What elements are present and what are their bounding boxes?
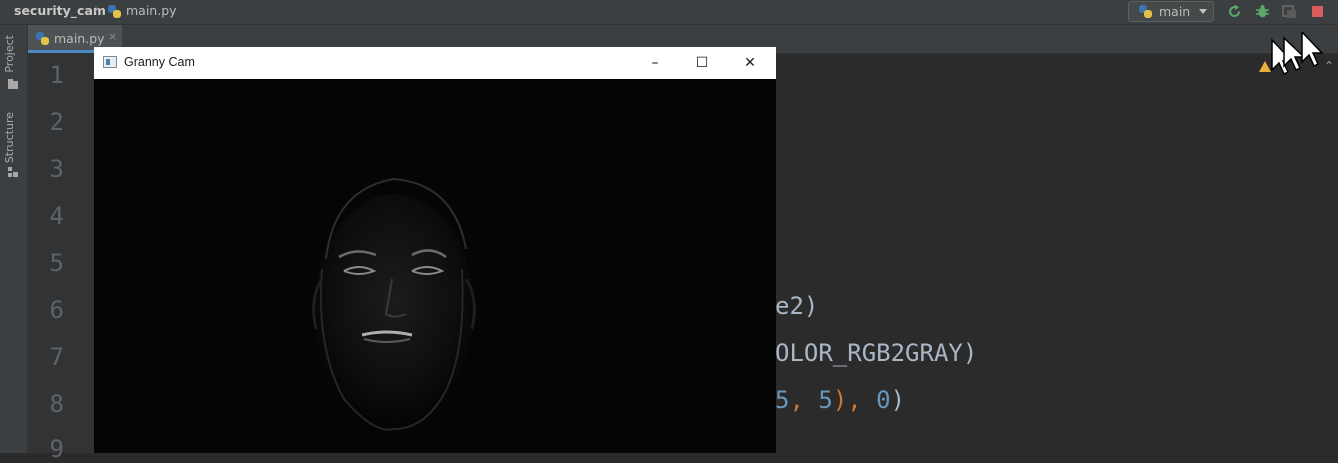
code-line-8[interactable]: 5, 5), 0) bbox=[775, 386, 905, 414]
python-file-icon bbox=[36, 32, 49, 45]
code-line-7[interactable]: OLOR_RGB2GRAY) bbox=[775, 339, 977, 367]
debug-icon[interactable] bbox=[1255, 4, 1270, 19]
line-number: 4 bbox=[49, 202, 64, 230]
python-file-icon bbox=[108, 5, 121, 18]
stop-icon[interactable] bbox=[1310, 4, 1325, 19]
edge-detected-face-image bbox=[312, 177, 476, 431]
code-line-6[interactable]: e2) bbox=[775, 292, 818, 320]
run-configuration-dropdown[interactable]: main bbox=[1128, 1, 1214, 22]
breadcrumb-separator-icon: › bbox=[94, 2, 100, 17]
folder-icon bbox=[8, 79, 18, 89]
minimize-button[interactable]: – bbox=[632, 47, 678, 79]
coverage-icon[interactable] bbox=[1282, 4, 1297, 19]
mouse-cursor-icon bbox=[1271, 32, 1324, 76]
code-comma: , bbox=[789, 386, 819, 414]
line-number: 5 bbox=[49, 249, 64, 277]
camera-feed bbox=[94, 79, 776, 453]
code-punctuation: ), bbox=[832, 386, 877, 414]
line-number: 6 bbox=[49, 296, 64, 324]
project-tool-tab[interactable]: Project bbox=[3, 35, 16, 73]
line-number: 3 bbox=[49, 155, 64, 183]
breadcrumb-file[interactable]: main.py bbox=[126, 3, 177, 18]
maximize-button[interactable]: ☐ bbox=[679, 47, 725, 79]
granny-cam-window[interactable]: Granny Cam – ☐ ✕ bbox=[94, 47, 776, 453]
app-window-icon bbox=[103, 56, 117, 68]
code-text: OLOR_RGB2GRAY) bbox=[775, 339, 978, 367]
python-icon bbox=[1139, 5, 1152, 18]
chevron-down-icon bbox=[1199, 9, 1207, 14]
code-text: e2) bbox=[775, 292, 819, 320]
line-number: 2 bbox=[49, 108, 64, 136]
code-number: 5 bbox=[775, 386, 790, 414]
code-paren: ) bbox=[890, 386, 906, 414]
line-number: 1 bbox=[49, 61, 64, 89]
close-button[interactable]: ✕ bbox=[727, 47, 773, 79]
breadcrumb-project[interactable]: security_cam bbox=[14, 3, 106, 18]
line-number: 7 bbox=[49, 343, 64, 371]
tab-label: main.py bbox=[54, 31, 105, 46]
line-number: 9 bbox=[49, 435, 64, 463]
navigation-bar: security_cam › main.py main bbox=[0, 0, 1338, 25]
line-number: 8 bbox=[49, 390, 64, 418]
rerun-icon[interactable] bbox=[1227, 4, 1242, 19]
structure-icon bbox=[8, 167, 18, 177]
run-configuration-label: main bbox=[1159, 4, 1191, 19]
structure-tool-tab[interactable]: Structure bbox=[3, 112, 16, 163]
window-title: Granny Cam bbox=[124, 55, 195, 69]
tab-close-icon[interactable]: × bbox=[108, 30, 117, 43]
left-tool-strip: Project Structure bbox=[0, 25, 28, 453]
code-number: 0 bbox=[876, 386, 891, 414]
window-title-bar[interactable]: Granny Cam – ☐ ✕ bbox=[94, 47, 776, 79]
code-number: 5 bbox=[818, 386, 833, 414]
